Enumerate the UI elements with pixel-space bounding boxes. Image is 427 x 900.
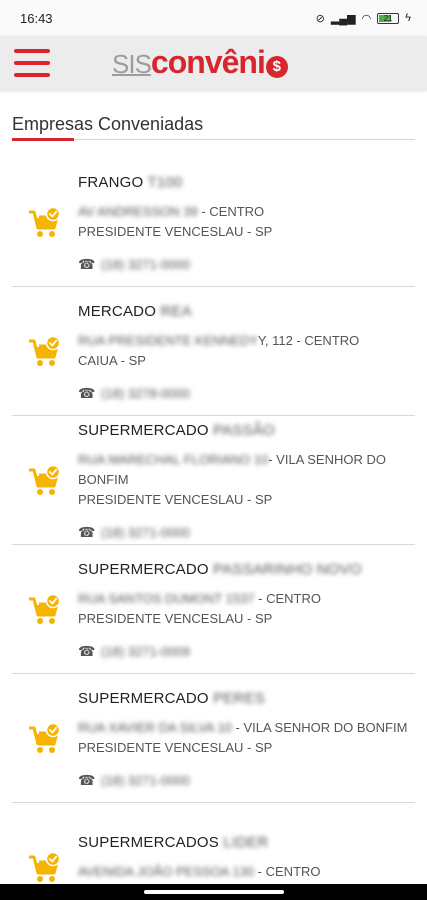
cart-check-icon xyxy=(12,206,78,240)
cart-check-icon xyxy=(12,851,78,885)
company-address: RUA SANTOS DUMONT 1537 - CENTRO PRESIDENT… xyxy=(78,590,321,626)
company-list-item[interactable]: SUPERMERCADO PASSARINHO NOVO RUA SANTOS D… xyxy=(12,545,415,674)
company-name: SUPERMERCADO PERES xyxy=(78,689,265,707)
cart-check-icon xyxy=(12,722,78,756)
company-name: SUPERMERCADOS LIDER xyxy=(78,834,269,851)
battery-icon: 21 xyxy=(377,12,400,24)
company-address: AV ANDRESSON 39 - CENTRO PRESIDENTE VENCE… xyxy=(78,203,273,239)
company-name: SUPERMERCADO PASSARINHO NOVO xyxy=(78,560,362,578)
company-phone[interactable]: ☎ (18) 3278-0000 xyxy=(78,385,415,402)
company-phone[interactable]: ☎ (18) 3271-0000 xyxy=(78,524,415,541)
phone-icon: ☎ xyxy=(78,642,96,659)
company-name: FRANGO T100 xyxy=(78,173,183,191)
company-name: SUPERMERCADO PASSÃO xyxy=(78,421,275,439)
company-address: RUA PRESIDENTE KENNEDYY, 112 - CENTRO CAI… xyxy=(78,332,360,368)
company-address: RUA XAVIER DA SILVA 10 - VILA SENHOR DO … xyxy=(78,719,408,755)
home-gesture-handle[interactable] xyxy=(143,890,284,894)
company-phone[interactable]: ☎ (18) 3271-0009 xyxy=(78,643,415,660)
alarm-off-icon: ⊘ xyxy=(315,12,325,25)
menu-icon[interactable] xyxy=(14,49,50,77)
company-phone[interactable]: ☎ (18) 3271-0000 xyxy=(78,256,415,273)
signal-icon: ▂▄▆ xyxy=(330,12,356,25)
charging-icon: ϟ xyxy=(405,12,411,24)
navigation-bar xyxy=(0,884,427,900)
app-logo: SIS convêni $ xyxy=(112,44,288,81)
company-list-item[interactable]: SUPERMERCADO PASSÃO RUA MARECHAL FLORIANO… xyxy=(12,416,415,545)
phone-icon: ☎ xyxy=(78,771,96,788)
app-bar: SIS convêni $ xyxy=(0,36,427,90)
company-list-item[interactable]: MERCADO REA RUA PRESIDENTE KENNEDYY, 112 … xyxy=(12,287,415,416)
cart-check-icon xyxy=(12,464,78,498)
wifi-icon: ◠ xyxy=(361,12,372,25)
company-list: FRANGO T100 AV ANDRESSON 39 - CENTRO PRESI… xyxy=(0,140,427,900)
company-address: RUA MARECHAL FLORIANO 10- VILA SENHOR DO… xyxy=(78,451,386,507)
status-time: 16:43 xyxy=(20,10,53,26)
company-phone[interactable]: ☎ (18) 3271-0000 xyxy=(78,772,415,789)
company-list-item[interactable]: FRANGO T100 AV ANDRESSON 39 - CENTRO PRESI… xyxy=(12,140,415,287)
cart-check-icon xyxy=(12,593,78,627)
section-title: Empresas Conveniadas xyxy=(12,114,415,141)
status-bar: 16:43 ⊘ ▂▄▆ ◠ 21 ϟ xyxy=(0,0,427,36)
phone-icon: ☎ xyxy=(78,523,96,540)
phone-icon: ☎ xyxy=(78,255,96,272)
cart-check-icon xyxy=(12,335,78,369)
company-list-item[interactable]: SUPERMERCADO PERES RUA XAVIER DA SILVA 10… xyxy=(12,674,415,803)
phone-icon: ☎ xyxy=(78,384,96,401)
status-icons: ⊘ ▂▄▆ ◠ 21 ϟ xyxy=(316,12,411,25)
company-name: MERCADO REA xyxy=(78,302,192,320)
